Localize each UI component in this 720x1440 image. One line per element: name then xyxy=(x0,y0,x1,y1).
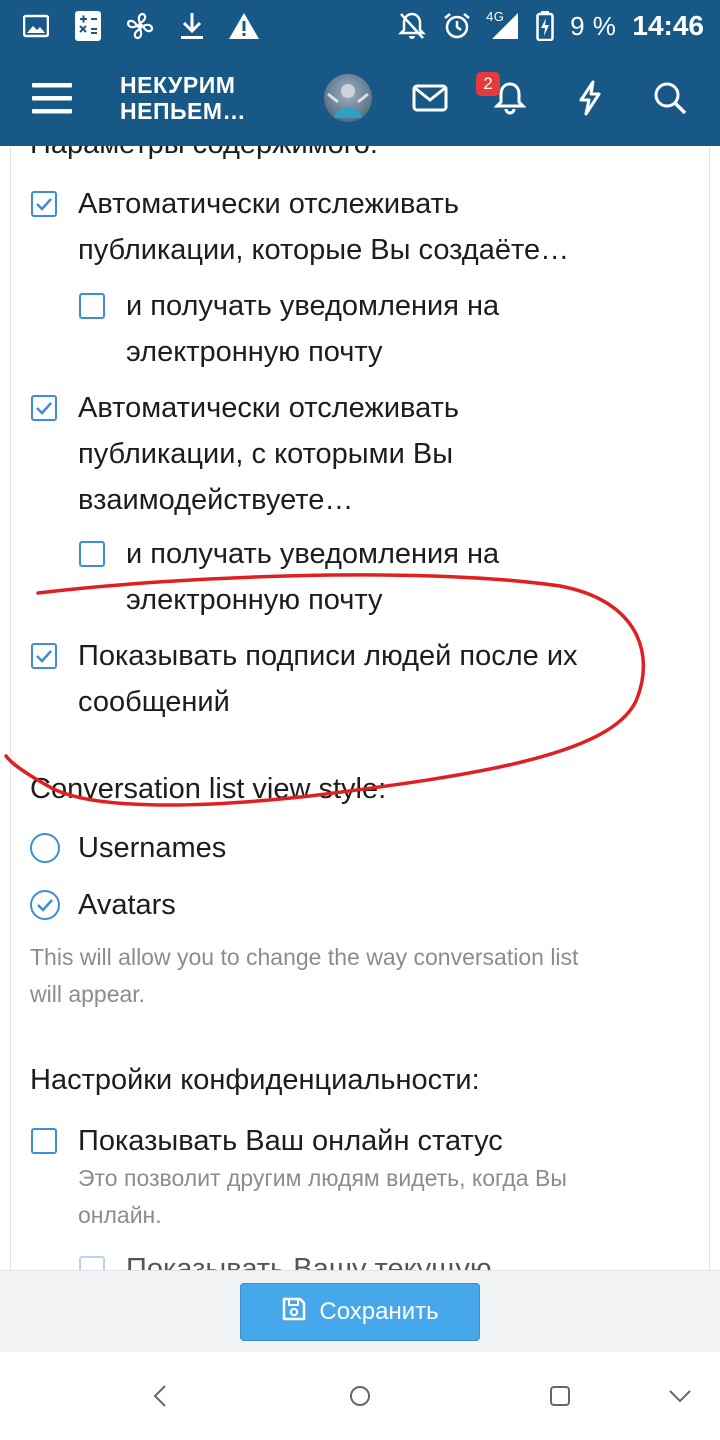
calculator-icon xyxy=(72,8,104,44)
hint-line: will appear. xyxy=(30,981,146,1007)
hint-line: онлайн. xyxy=(78,1202,162,1228)
alarm-icon xyxy=(442,11,472,41)
option-label-line: и получать уведомления на xyxy=(126,290,500,322)
option-label-line: сообщений xyxy=(78,686,230,718)
download-icon xyxy=(176,8,208,44)
save-button-label: Сохранить xyxy=(319,1298,439,1325)
current-activity-checkbox[interactable] xyxy=(79,1256,105,1270)
usernames-radio[interactable] xyxy=(30,833,60,863)
gallery-icon xyxy=(20,8,52,44)
network-type: 4G xyxy=(486,9,505,24)
hide-navigation-chevron-icon[interactable] xyxy=(666,1382,694,1410)
auto-watch-created-checkbox[interactable] xyxy=(31,191,57,217)
option-label-line: публикации, которые Вы создаёте… xyxy=(78,234,570,266)
current-activity-label[interactable]: Показывать Вашу текущую xyxy=(126,1246,492,1270)
notification-count-badge: 2 xyxy=(476,72,500,96)
email-created-label[interactable]: и получать уведомления на электронную по… xyxy=(126,283,499,375)
save-button[interactable]: Сохранить xyxy=(240,1283,480,1341)
logo-line-1: НЕКУРИМ xyxy=(120,72,236,98)
show-signatures-checkbox[interactable] xyxy=(31,643,57,669)
option-label-line: электронную почту xyxy=(126,336,383,368)
privacy-settings-title: Настройки конфиденциальности: xyxy=(30,1064,480,1096)
logo-line-2: НЕПЬЕМ… xyxy=(120,98,247,124)
mail-icon[interactable] xyxy=(408,76,452,120)
conversation-style-title: Conversation list view style: xyxy=(30,773,387,805)
fan-icon xyxy=(124,8,156,44)
signal-4g-icon: 4G xyxy=(486,9,520,41)
online-status-label[interactable]: Показывать Ваш онлайн статус xyxy=(78,1118,503,1164)
email-interacted-checkbox[interactable] xyxy=(79,541,105,567)
avatars-radio[interactable] xyxy=(30,890,60,920)
avatars-label[interactable]: Avatars xyxy=(78,882,176,928)
option-label-line: и получать уведомления на xyxy=(126,538,500,570)
email-interacted-label[interactable]: и получать уведомления на электронную по… xyxy=(126,531,499,623)
hint-line: Это позволит другим людям видеть, когда … xyxy=(78,1165,567,1191)
save-footer: Сохранить xyxy=(0,1270,720,1352)
auto-watch-interacted-label[interactable]: Автоматически отслеживать публикации, с … xyxy=(78,385,459,523)
search-icon[interactable] xyxy=(648,76,692,120)
usernames-label[interactable]: Usernames xyxy=(78,825,226,871)
online-status-hint: Это позволит другим людям видеть, когда … xyxy=(78,1160,567,1234)
system-navigation-bar xyxy=(0,1352,720,1440)
preferences-content[interactable]: Параметры содержимого: Автоматически отс… xyxy=(0,146,720,1270)
online-status-checkbox[interactable] xyxy=(31,1128,57,1154)
warning-icon xyxy=(228,8,260,44)
hamburger-menu-button[interactable] xyxy=(28,78,76,118)
content-options-title: Параметры содержимого: xyxy=(30,146,378,161)
option-label-line: взаимодействуете… xyxy=(78,484,354,516)
app-top-bar: 4G 9 % 14:46 НЕКУРИМ НЕПЬЕМ… 2 xyxy=(0,0,720,146)
auto-watch-created-label[interactable]: Автоматически отслеживать публикации, ко… xyxy=(78,181,569,273)
back-icon[interactable] xyxy=(146,1382,174,1410)
conversation-style-hint: This will allow you to change the way co… xyxy=(30,939,578,1013)
option-label-line: Автоматически отслеживать xyxy=(78,188,460,220)
show-signatures-label[interactable]: Показывать подписи людей после их сообще… xyxy=(78,633,578,725)
option-label-line: электронную почту xyxy=(126,584,383,616)
option-label-line: Автоматически отслеживать xyxy=(78,392,460,424)
lightning-icon[interactable] xyxy=(568,76,612,120)
save-icon xyxy=(281,1296,307,1329)
status-bar: 4G 9 % 14:46 xyxy=(0,0,720,54)
battery-charging-icon xyxy=(536,11,554,41)
auto-watch-interacted-checkbox[interactable] xyxy=(31,395,57,421)
user-avatar[interactable] xyxy=(324,74,372,122)
recents-icon[interactable] xyxy=(546,1382,574,1410)
option-label-line: публикации, с которыми Вы xyxy=(78,438,454,470)
option-label-line: Показывать подписи людей после их xyxy=(78,640,578,672)
home-icon[interactable] xyxy=(346,1382,374,1410)
site-logo[interactable]: НЕКУРИМ НЕПЬЕМ… xyxy=(120,72,290,128)
notifications-off-icon xyxy=(398,11,427,41)
email-created-checkbox[interactable] xyxy=(79,293,105,319)
battery-percent: 9 % xyxy=(570,10,617,41)
app-header: НЕКУРИМ НЕПЬЕМ… 2 xyxy=(0,54,720,146)
hint-line: This will allow you to change the way co… xyxy=(30,944,579,970)
clock: 14:46 xyxy=(632,10,704,41)
